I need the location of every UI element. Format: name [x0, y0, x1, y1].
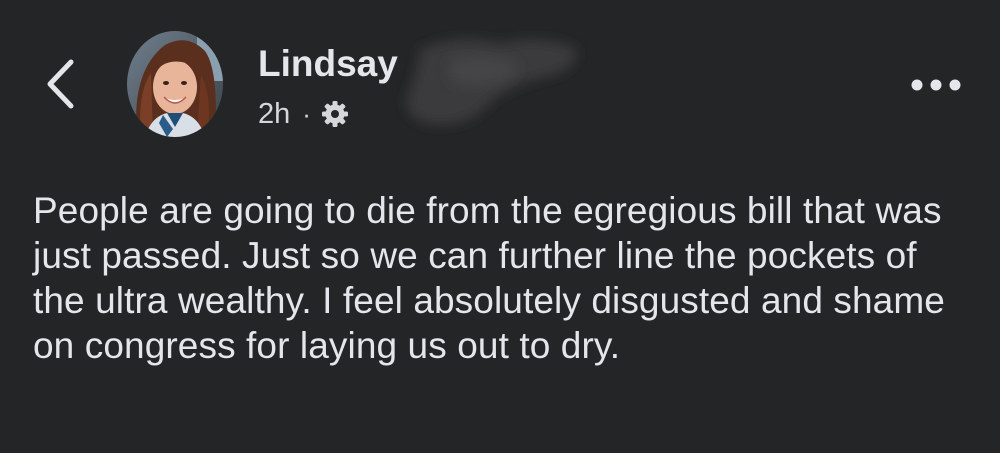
post-timestamp[interactable]: 2h — [258, 95, 290, 133]
gear-icon[interactable] — [321, 100, 349, 128]
back-button[interactable] — [38, 54, 88, 114]
meta-separator: · — [302, 99, 311, 129]
post-meta: 2h · — [258, 95, 349, 133]
post-text: People are going to die from the egregio… — [33, 190, 945, 366]
author-name[interactable]: Lindsay — [258, 42, 398, 86]
name-redaction — [390, 30, 590, 140]
chevron-left-icon — [38, 54, 88, 114]
avatar[interactable] — [127, 31, 223, 137]
post-header: Lindsay 2h · — [0, 0, 1000, 160]
more-options-button[interactable] — [906, 68, 966, 102]
ellipsis-horizontal-icon — [906, 68, 966, 102]
